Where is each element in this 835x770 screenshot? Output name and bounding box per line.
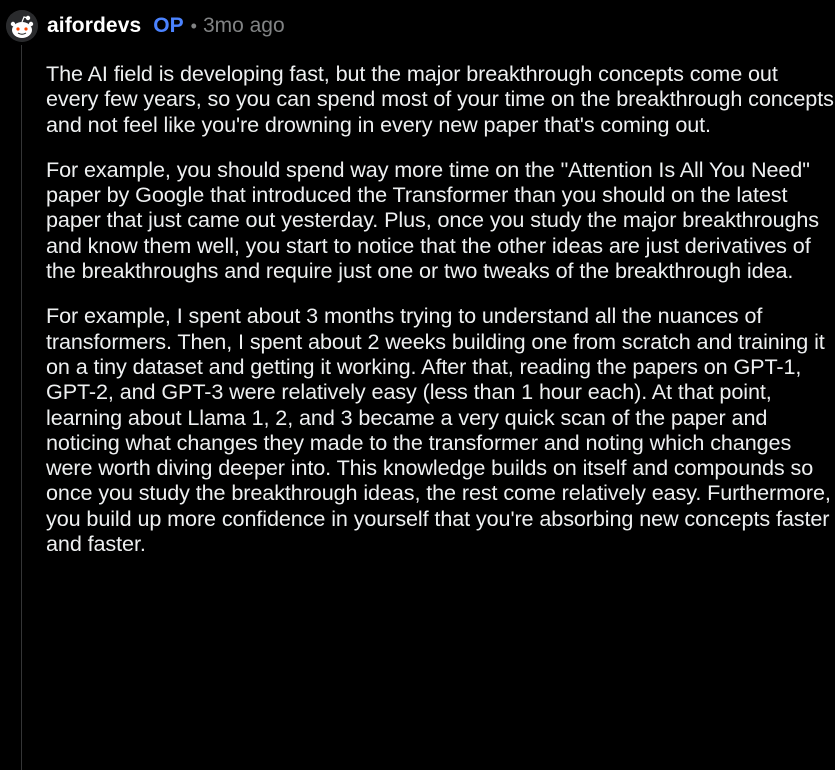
author-username[interactable]: aifordevs <box>47 14 141 38</box>
timestamp[interactable]: 3mo ago <box>203 14 285 38</box>
comment-body: The AI field is developing fast, but the… <box>46 61 834 576</box>
paragraph-1: The AI field is developing fast, but the… <box>46 61 834 137</box>
comment: aifordevs OP • 3mo ago The AI field is d… <box>0 0 835 770</box>
paragraph-2: For example, you should spend way more t… <box>46 156 820 284</box>
op-badge: OP <box>153 14 184 37</box>
separator-dot: • <box>190 15 197 36</box>
snoo-avatar-icon[interactable] <box>6 10 38 42</box>
thread-line[interactable] <box>21 45 22 770</box>
paragraph-3: For example, I spent about 3 months tryi… <box>46 303 831 557</box>
comment-header: aifordevs OP • 3mo ago <box>6 8 285 44</box>
